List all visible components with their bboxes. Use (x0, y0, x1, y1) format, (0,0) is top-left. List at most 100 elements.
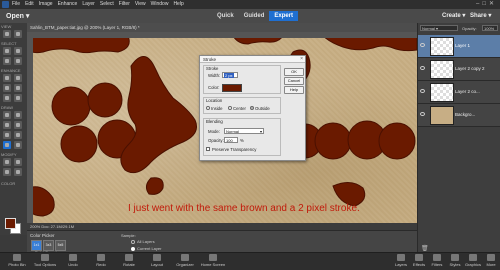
layers-panel: Normal ▾ Opacity: 100% Layer 1 Layer 2 co… (417, 23, 500, 252)
effects-button[interactable]: Effects (410, 254, 428, 267)
organizer-icon (181, 254, 189, 261)
spot-healing-tool-icon[interactable] (14, 74, 22, 82)
styles-icon (451, 254, 459, 261)
content-aware-move-tool-icon[interactable] (3, 168, 11, 176)
color-picker-tool-icon[interactable] (3, 141, 11, 149)
hand-tool-icon[interactable] (14, 30, 22, 38)
share-button[interactable]: Share ▾ (470, 12, 491, 19)
marquee-tool-icon[interactable] (14, 47, 22, 55)
layers-button[interactable]: Layers (392, 254, 410, 267)
filters-button[interactable]: Filters (428, 254, 446, 267)
eye-tool-icon[interactable] (3, 74, 11, 82)
tab-expert[interactable]: Expert (269, 11, 299, 21)
layer-row[interactable]: Backgro... (418, 104, 500, 127)
location-inside-radio[interactable] (206, 106, 210, 110)
layer-name: Layer 2 co... (455, 89, 480, 94)
radio-selected-icon[interactable] (131, 246, 135, 251)
layer-row[interactable]: Layer 1 (418, 35, 500, 58)
color-label: Color: (208, 85, 220, 90)
toolbox: VIEW SELECT ENHANCE DRAW MODIFY COLOR (0, 23, 28, 235)
layer-thumbnail (430, 60, 454, 79)
help-button[interactable]: Help (284, 86, 304, 94)
redo-label: Redo (96, 262, 106, 267)
stroke-color-swatch[interactable] (222, 84, 242, 92)
layer-opacity-field[interactable]: 100% (482, 25, 498, 31)
menu-help[interactable]: Help (173, 1, 183, 7)
paint-bucket-tool-icon[interactable] (3, 121, 11, 129)
recompose-tool-icon[interactable] (14, 158, 22, 166)
layer-thumbnail (430, 106, 454, 125)
menu-layer[interactable]: Layer (82, 1, 95, 7)
cancel-button[interactable]: Cancel (284, 77, 304, 85)
tool-options-icon (41, 254, 49, 261)
menu-window[interactable]: Window (151, 1, 169, 7)
sample-all-layers-option[interactable]: All Layers (131, 239, 155, 244)
menu-view[interactable]: View (135, 1, 146, 7)
blend-mode-select[interactable]: Normal ▾ (224, 128, 264, 134)
stroke-width-field[interactable]: 2 px (222, 72, 238, 78)
shape-tool-icon[interactable] (3, 131, 11, 139)
gradient-tool-icon[interactable] (14, 121, 22, 129)
preserve-transparency-checkbox[interactable] (206, 147, 210, 151)
blur-tool-icon[interactable] (3, 94, 11, 102)
smart-brush-tool-icon[interactable] (3, 84, 11, 92)
move-tool-icon[interactable] (3, 47, 11, 55)
menu-edit[interactable]: Edit (25, 1, 34, 7)
tab-guided[interactable]: Guided (239, 11, 270, 21)
radio-icon[interactable] (131, 239, 135, 244)
layer-row[interactable]: Layer 2 co... (418, 81, 500, 104)
crop-tool-icon[interactable] (3, 158, 11, 166)
location-outside-radio[interactable] (250, 106, 254, 110)
layout-button[interactable]: Layout (142, 254, 172, 267)
sample-current-layer-option[interactable]: Current Layer (131, 246, 161, 251)
eye-icon[interactable] (420, 66, 425, 70)
menu-file[interactable]: File (12, 1, 20, 7)
styles-button[interactable]: Styles (446, 254, 464, 267)
eye-icon[interactable] (420, 43, 425, 47)
location-center-radio[interactable] (228, 106, 232, 110)
brush-tool-icon[interactable] (3, 111, 11, 119)
filters-label: Filters (431, 262, 443, 267)
redo-button[interactable]: Redo (86, 254, 116, 267)
toolbox-section-modify: MODIFY (1, 152, 17, 157)
eraser-tool-icon[interactable] (14, 111, 22, 119)
close-icon[interactable]: × (300, 56, 303, 62)
layer-row[interactable]: Layer 2 copy 2 (418, 58, 500, 81)
mode-tabs: Quick Guided Expert (212, 11, 299, 21)
menu-filter[interactable]: Filter (119, 1, 130, 7)
sponge-tool-icon[interactable] (14, 94, 22, 102)
organizer-button[interactable]: Organizer (170, 254, 200, 267)
home-screen-button[interactable]: Home Screen (198, 254, 228, 267)
opacity-field[interactable]: 100 (224, 137, 238, 143)
more-button[interactable]: More (482, 254, 500, 267)
graphics-button[interactable]: Graphics (464, 254, 482, 267)
magic-wand-tool-icon[interactable] (14, 57, 22, 65)
menu-image[interactable]: Image (39, 1, 53, 7)
dialog-title-bar[interactable]: Stroke × (200, 56, 305, 63)
trash-icon[interactable]: 🗑 (421, 245, 429, 252)
rotate-button[interactable]: Rotate (114, 254, 144, 267)
menu-select[interactable]: Select (100, 1, 114, 7)
tool-options-button[interactable]: Tool Options (30, 254, 60, 267)
lasso-tool-icon[interactable] (3, 57, 11, 65)
home-screen-icon (209, 254, 217, 261)
straighten-tool-icon[interactable] (14, 168, 22, 176)
create-button[interactable]: Create ▾ (442, 12, 465, 19)
ok-button[interactable]: OK (284, 68, 304, 76)
foreground-color-swatch[interactable] (5, 218, 16, 229)
eye-icon[interactable] (420, 89, 425, 93)
photo-bin-button[interactable]: Photo Bin (2, 254, 32, 267)
tool-options-label: Tool Options (33, 262, 57, 267)
eye-icon[interactable] (420, 112, 425, 116)
clone-stamp-tool-icon[interactable] (14, 84, 22, 92)
undo-button[interactable]: Undo (58, 254, 88, 267)
tab-quick[interactable]: Quick (212, 11, 239, 21)
organizer-label: Organizer (176, 262, 194, 267)
layer-blend-mode-select[interactable]: Normal ▾ (420, 25, 458, 31)
menu-enhance[interactable]: Enhance (58, 1, 78, 7)
text-tool-icon[interactable] (14, 131, 22, 139)
zoom-tool-icon[interactable] (3, 30, 11, 38)
window-controls[interactable]: –□✕ (476, 0, 497, 7)
open-button[interactable]: Open ▾ (6, 12, 29, 20)
pencil-tool-icon[interactable] (14, 141, 22, 149)
